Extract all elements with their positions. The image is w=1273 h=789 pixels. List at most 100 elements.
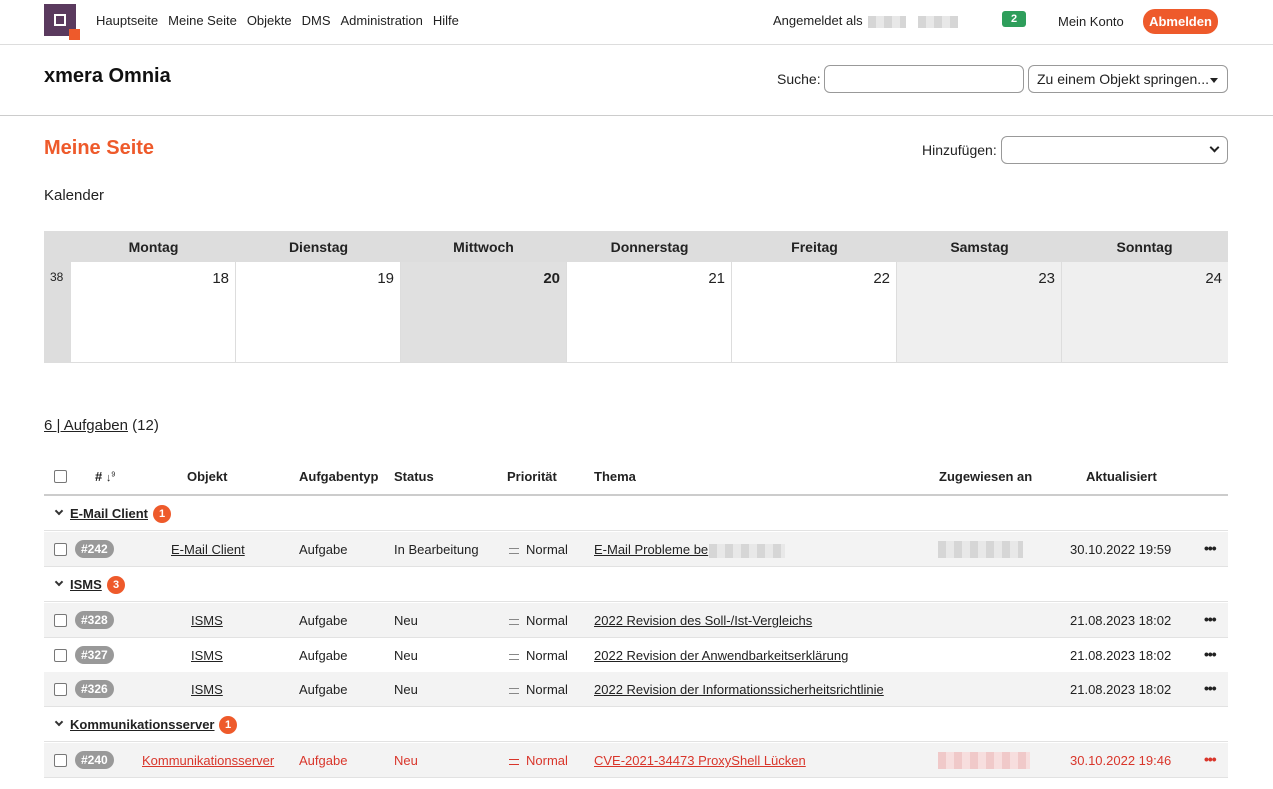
- day-name-friday: Freitag: [791, 239, 838, 255]
- chevron-down-icon[interactable]: [54, 577, 64, 587]
- task-subject-link[interactable]: 2022 Revision der Anwendbarkeitserklärun…: [594, 648, 848, 663]
- notification-badge[interactable]: 2: [1002, 11, 1026, 27]
- tasks-title: 6 | Aufgaben (12): [44, 417, 159, 434]
- calendar-day[interactable]: 24: [1062, 262, 1228, 362]
- column-priority[interactable]: Priorität: [507, 469, 557, 484]
- calendar-day[interactable]: 22: [732, 262, 897, 362]
- column-object[interactable]: Objekt: [187, 469, 227, 484]
- row-checkbox[interactable]: [54, 649, 67, 662]
- calendar-day[interactable]: 23: [897, 262, 1062, 362]
- tasks-table-header: # ↓9 Objekt Aufgabentyp Status Priorität…: [44, 459, 1228, 496]
- nav-item-objekte[interactable]: Objekte: [247, 13, 292, 28]
- add-block-select[interactable]: [1001, 136, 1228, 164]
- group-name[interactable]: ISMS: [70, 577, 102, 592]
- calendar-day[interactable]: 19: [236, 262, 401, 362]
- chevron-down-icon[interactable]: [54, 506, 64, 516]
- more-options-icon[interactable]: •••: [1204, 646, 1217, 662]
- task-priority-label: Normal: [526, 613, 568, 628]
- more-options-icon[interactable]: •••: [1204, 540, 1217, 556]
- task-object-link[interactable]: Kommunikationsserver: [142, 753, 274, 768]
- jump-to-object-label: Zu einem Objekt springen...: [1037, 71, 1209, 87]
- task-id-badge[interactable]: #242: [75, 540, 114, 558]
- task-object-link[interactable]: ISMS: [191, 613, 223, 628]
- task-object-link[interactable]: E-Mail Client: [171, 542, 245, 557]
- column-subject[interactable]: Thema: [594, 469, 636, 484]
- nav-item-hauptseite[interactable]: Hauptseite: [96, 13, 158, 28]
- day-name-sunday: Sonntag: [1116, 239, 1173, 255]
- column-updated[interactable]: Aktualisiert: [1086, 469, 1157, 484]
- row-checkbox[interactable]: [54, 754, 67, 767]
- chevron-down-icon[interactable]: [54, 717, 64, 727]
- more-options-icon[interactable]: •••: [1204, 680, 1217, 696]
- table-row[interactable]: #242 E-Mail Client Aufgabe In Bearbeitun…: [44, 532, 1228, 567]
- table-row-overdue[interactable]: #240 Kommunikationsserver Aufgabe Neu No…: [44, 743, 1228, 778]
- task-status: In Bearbeitung: [394, 542, 479, 557]
- day-name-wednesday: Mittwoch: [453, 239, 514, 255]
- task-object-link[interactable]: ISMS: [191, 648, 223, 663]
- task-id-badge[interactable]: #240: [75, 751, 114, 769]
- task-status: Neu: [394, 682, 418, 697]
- calendar-day[interactable]: 18: [71, 262, 236, 362]
- task-subject-link[interactable]: 2022 Revision des Soll-/Ist-Vergleichs: [594, 613, 812, 628]
- group-header[interactable]: Kommunikationsserver 1: [44, 707, 1228, 742]
- task-status: Neu: [394, 648, 418, 663]
- task-subject-link[interactable]: 2022 Revision der Informationssicherheit…: [594, 682, 884, 697]
- column-assigned[interactable]: Zugewiesen an: [939, 469, 1032, 484]
- table-row[interactable]: #328 ISMS Aufgabe Neu Normal 2022 Revisi…: [44, 603, 1228, 638]
- task-id-badge[interactable]: #328: [75, 611, 114, 629]
- task-updated: 21.08.2023 18:02: [1070, 648, 1172, 663]
- more-options-icon[interactable]: •••: [1204, 611, 1217, 627]
- app-title: xmera Omnia: [44, 65, 171, 87]
- task-subject-link[interactable]: CVE-2021-34473 ProxyShell Lücken: [594, 753, 806, 768]
- calendar-date: 23: [1038, 270, 1055, 287]
- logout-button[interactable]: Abmelden: [1143, 9, 1218, 34]
- priority-normal-icon: [509, 653, 519, 660]
- calendar-day[interactable]: 21: [567, 262, 732, 362]
- logged-in-label: Angemeldet als: [773, 13, 863, 28]
- my-account-link[interactable]: Mein Konto: [1058, 14, 1124, 29]
- day-name-tuesday: Dienstag: [288, 239, 349, 255]
- column-status[interactable]: Status: [394, 469, 434, 484]
- column-id-label: #: [95, 469, 103, 484]
- caret-down-icon: [1210, 78, 1218, 83]
- group-header[interactable]: E-Mail Client 1: [44, 496, 1228, 531]
- search-input[interactable]: [824, 65, 1024, 93]
- select-all-checkbox[interactable]: [54, 470, 67, 483]
- calendar-day-today[interactable]: 20: [401, 262, 567, 362]
- table-row[interactable]: #327 ISMS Aufgabe Neu Normal 2022 Revisi…: [44, 638, 1228, 673]
- table-row[interactable]: #326 ISMS Aufgabe Neu Normal 2022 Revisi…: [44, 672, 1228, 707]
- app-logo-icon[interactable]: [44, 4, 80, 40]
- jump-to-object-select[interactable]: Zu einem Objekt springen...: [1028, 65, 1228, 93]
- group-name[interactable]: E-Mail Client: [70, 506, 148, 521]
- task-updated: 21.08.2023 18:02: [1070, 682, 1172, 697]
- more-options-icon[interactable]: •••: [1204, 751, 1217, 767]
- redacted-assignee: [938, 752, 1030, 770]
- task-subject[interactable]: E-Mail Probleme be: [594, 542, 786, 558]
- task-id-badge[interactable]: #327: [75, 646, 114, 664]
- nav-item-meine-seite[interactable]: Meine Seite: [168, 13, 237, 28]
- nav-item-hilfe[interactable]: Hilfe: [433, 13, 459, 28]
- group-header[interactable]: ISMS 3: [44, 567, 1228, 602]
- nav-item-dms[interactable]: DMS: [302, 13, 331, 28]
- row-checkbox[interactable]: [54, 683, 67, 696]
- task-priority: Normal: [509, 682, 568, 697]
- group-name[interactable]: Kommunikationsserver: [70, 717, 215, 732]
- task-updated: 21.08.2023 18:02: [1070, 613, 1172, 628]
- calendar-date: 21: [708, 270, 725, 287]
- tasks-link[interactable]: 6 | Aufgaben: [44, 417, 128, 434]
- nav-item-administration[interactable]: Administration: [341, 13, 423, 28]
- task-type: Aufgabe: [299, 648, 348, 663]
- task-type: Aufgabe: [299, 613, 348, 628]
- row-checkbox[interactable]: [54, 614, 67, 627]
- search-label: Suche:: [777, 71, 821, 87]
- column-id[interactable]: # ↓9: [95, 469, 115, 484]
- task-subject-link[interactable]: E-Mail Probleme be: [594, 542, 708, 557]
- column-type[interactable]: Aufgabentyp: [299, 469, 378, 484]
- task-priority: Normal: [509, 753, 568, 768]
- calendar-date: 18: [212, 270, 229, 287]
- task-object-link[interactable]: ISMS: [191, 682, 223, 697]
- row-checkbox[interactable]: [54, 543, 67, 556]
- task-status: Neu: [394, 753, 418, 768]
- calendar-date: 24: [1205, 270, 1222, 287]
- task-id-badge[interactable]: #326: [75, 680, 114, 698]
